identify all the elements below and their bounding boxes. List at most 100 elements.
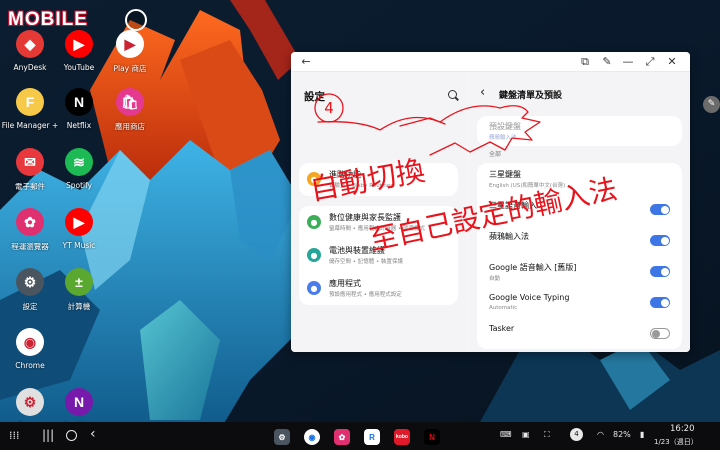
settings-menu-item-subtitle: 預設應用程式 • 應用程式設定 [329,292,402,298]
keyboard-list-title: 鍵盤清單及預設 [499,91,563,101]
toggle-knob [660,205,669,214]
recents-icon[interactable]: ||| [42,428,54,442]
app-drawer-icon[interactable]: ⁞⁞⁞ [9,429,20,442]
keyboard-row[interactable]: Tasker [477,318,682,349]
settings-menu-item-title: 電池與裝置維護 [329,246,385,255]
notification-badge[interactable]: 4 [570,428,583,441]
toggle-knob [652,329,660,338]
window-titlebar[interactable]: ← ⧉ ✎ — ⤢ ✕ [291,52,690,72]
toggle-knob [660,267,669,276]
netflix-icon[interactable]: N [424,429,440,445]
settings-menu-item[interactable]: ● 數位健康與家長監護螢幕時間 • 應用程式計時器 • 就寢模式 [299,206,458,239]
chrome-icon[interactable]: ◉ [304,429,320,445]
settings-menu-item-subtitle: 儲存空間 • 記憶體 • 裝置保護 [329,259,403,265]
clock-time[interactable]: 16:20 [670,424,695,434]
wifi-icon: ◠ [597,430,604,439]
settings-menu-pane: 設定 ● 進階功能實驗室 • Bixby Routines ● 數位健康與家長監護螢幕… [291,72,466,352]
settings-menu-item-subtitle: 螢幕時間 • 應用程式計時器 • 就寢模式 [329,226,425,232]
page-title: 設定 [304,91,325,103]
settings-menu-item-subtitle: 實驗室 • Bixby Routines [329,183,394,189]
settings-menu-list: ● 進階功能實驗室 • Bixby Routines ● 數位健康與家長監護螢幕時間 … [291,163,466,352]
file-manager-icon: F [16,88,44,116]
split-view-icon[interactable]: ⧉ [578,55,592,69]
nav-back-icon[interactable]: ‹ [90,426,96,442]
flower-browser-icon[interactable]: ✿ [334,429,350,445]
screenshot-icon: ▣ [522,430,530,439]
close-icon[interactable]: ✕ [665,55,679,69]
kobo-icon[interactable]: kobo [394,429,410,445]
readmoo-icon[interactable]: R [364,429,380,445]
keyboard-row[interactable]: 三星語音輸入 [477,194,682,225]
settings-menu-item-title: 數位健康與家長監護 [329,213,401,222]
logo-wordmark: MOBILE [8,9,88,30]
logo-mark-icon [125,9,147,31]
keyboard-toggle[interactable] [650,328,670,339]
taskbar: ⁞⁞⁞ ||| ‹ ⚙ ◉ ✿ Rkobo N ⌨ ▣ ⛶ 4 ◠ 82% ▮ 16:2… [0,422,720,450]
desktop-app[interactable]: 🛍 應用商店 [100,88,160,132]
keyboard-toggle[interactable] [650,204,670,215]
settings-icon[interactable]: ⚙ [274,429,290,445]
youtube-icon: ▶ [65,30,93,58]
back-arrow-icon[interactable]: ← [299,55,313,69]
keyboard-row[interactable]: 蘋鴉輸入法 [477,225,682,256]
clock-date[interactable]: 1/23（週日） [654,437,698,447]
digital-wellbeing-icon: ● [307,215,321,229]
desktop-app-label: 計算機 [67,302,91,311]
chevron-left-icon[interactable]: ‹ [480,85,485,100]
minimize-icon[interactable]: — [621,55,635,69]
spotify-icon: ≋ [65,148,93,176]
keyboard-list: 三星鍵盤 English (US)和簡單中文(台灣) 三星語音輸入 蘋鴉輸入法 Goog… [477,163,682,349]
desktop-app[interactable]: ▶ YT Music [49,208,109,250]
advanced-features-icon: ● [307,172,321,186]
keyboard-toggle[interactable] [650,266,670,277]
settings-menu-item-title: 進階功能 [329,170,361,179]
maximize-icon[interactable]: ⤢ [643,55,657,69]
section-label: 全部 [489,151,502,158]
keyboard-row[interactable]: 三星鍵盤 English (US)和簡單中文(台灣) [477,163,682,194]
settings-menu-item[interactable]: ● 進階功能實驗室 • Bixby Routines [299,163,458,196]
settings-window: ← ⧉ ✎ — ⤢ ✕ 設定 ● 進階功能實驗室 • Bixby Routines… [291,52,690,352]
desktop-app[interactable]: ▶ Play 商店 [100,30,160,74]
keyboard-list-header: ‹ 鍵盤清單及預設 [469,72,690,116]
chrome-icon: ◉ [16,328,44,356]
anydesk-icon: ◆ [16,30,44,58]
default-keyboard-row[interactable]: 預設鍵盤 蘋鴉輸入法 [477,116,682,146]
battery-care-icon: ● [307,248,321,262]
settings-menu-item[interactable]: ● 電池與裝置維護儲存空間 • 記憶體 • 裝置保護 [299,239,458,272]
search-icon[interactable] [448,90,457,99]
toggle-knob [660,236,669,245]
desktop-app-label: Play 商店 [113,64,147,73]
desktop-app[interactable]: ± 計算機 [49,268,109,312]
edge-pen-icon[interactable]: ✎ [703,96,720,113]
desktop-app[interactable]: ≋ Spotify [49,148,109,190]
default-keyboard-title: 預設鍵盤 [489,122,521,131]
desktop-app-label: 應用商店 [115,122,145,131]
apps-icon: ● [307,281,321,295]
pin-icon[interactable]: ✎ [600,55,614,69]
play-store-icon: ▶ [116,30,144,58]
keyboard-list-pane: ‹ 鍵盤清單及預設 預設鍵盤 蘋鴉輸入法 全部 三星鍵盤 English (US)… [469,72,690,352]
desktop-app-label: Spotify [65,181,93,190]
netflix-icon: N [65,88,93,116]
onenote-icon: N [65,388,93,416]
toggle-knob [660,298,669,307]
desktop-app[interactable]: ◉ Chrome [0,328,60,370]
tasker-icon: ⚙ [16,388,44,416]
keyboard-toggle[interactable] [650,235,670,246]
keyboard-name: Google 語音輸入 [舊版] [489,263,577,272]
settings-menu-item[interactable]: ● 應用程式預設應用程式 • 應用程式設定 [299,272,458,305]
settings-menu-group: ● 進階功能實驗室 • Bixby Routines [299,163,458,196]
desktop-app-label: Chrome [15,361,45,370]
home-icon[interactable] [66,430,77,441]
keyboard-subtitle: Automatic [489,305,518,311]
keyboard-subtitle: 自動 [489,276,501,282]
keyboard-row[interactable]: Google Voice Typing Automatic [477,287,682,318]
keyboard-name: 三星鍵盤 [489,170,521,179]
keyboard-subtitle: English (US)和簡單中文(台灣) [489,183,566,189]
settings-menu-header: 設定 [291,72,466,118]
desktop-app-label: YT Music [62,241,96,250]
keyboard-toggle[interactable] [650,297,670,308]
settings-menu-item-title: 應用程式 [329,279,361,288]
keyboard-name: Google Voice Typing [489,293,570,302]
keyboard-row[interactable]: Google 語音輸入 [舊版] 自動 [477,256,682,287]
